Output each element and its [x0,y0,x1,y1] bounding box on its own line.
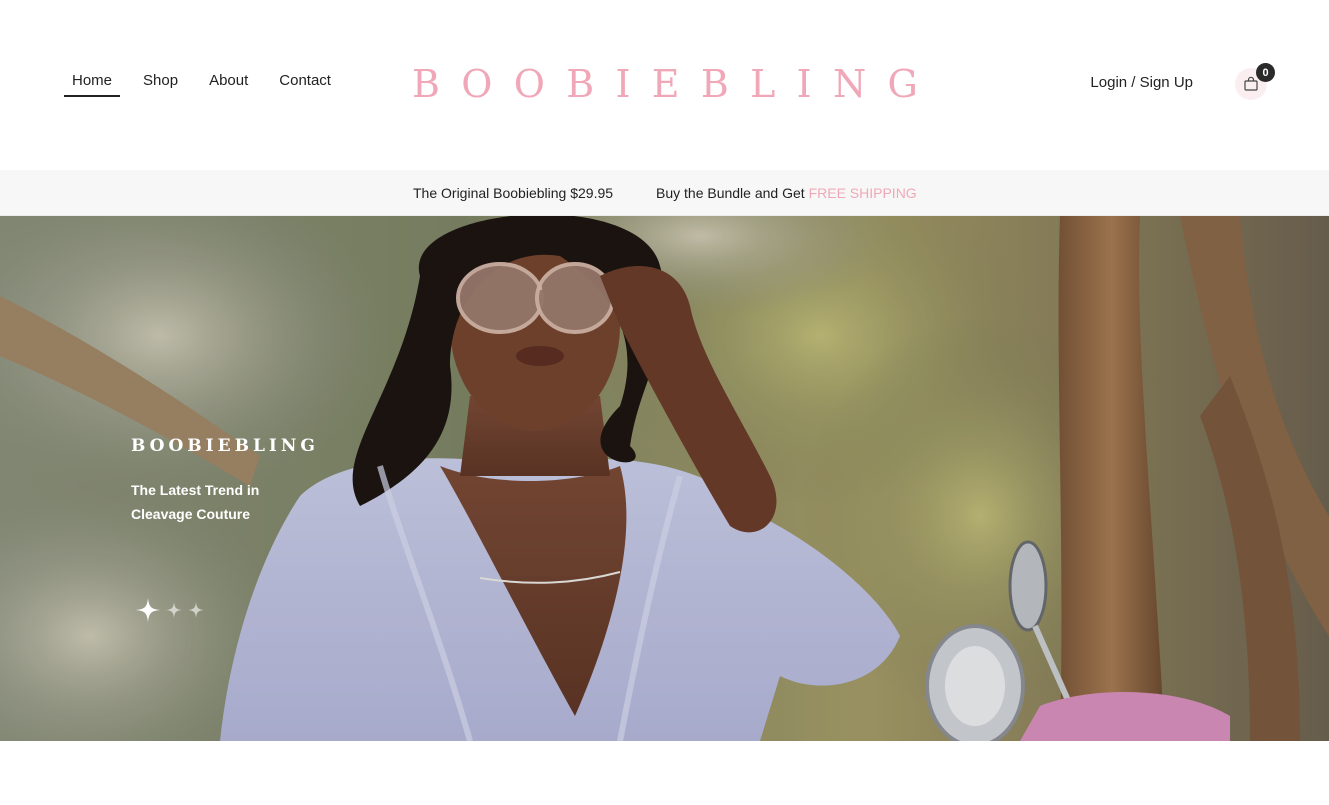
logo-letter: I [796,62,812,106]
site-logo[interactable]: BOOBIEBLING [412,62,918,106]
logo-letter: B [566,62,595,106]
announcement-price: The Original Boobiebling $29.95 [413,185,614,201]
hero-tagline: The Latest Trend in Cleavage Couture [131,482,260,522]
nav-contact[interactable]: Contact [271,72,339,95]
logo-letter: G [887,62,918,106]
hero-banner[interactable]: BOOBIEBLING The Latest Trend in Cleavage… [0,216,1329,741]
page-below-hero [0,741,1329,805]
cart-count-badge: 0 [1256,63,1275,82]
main-nav: Home Shop About Contact [64,72,354,97]
sparkle-icon[interactable] [136,598,160,622]
site-header: Home Shop About Contact BOOBIEBLING Logi… [0,0,1329,170]
login-signup-link[interactable]: Login / Sign Up [1090,74,1193,92]
sparkle-icon[interactable] [166,602,182,618]
hero-brand-title: BOOBIEBLING [131,436,319,456]
slide-indicators [136,598,210,622]
announcement-bar: The Original Boobiebling $29.95 Buy the … [0,170,1329,216]
logo-letter: O [461,62,493,106]
announcement-bundle-prefix: Buy the Bundle and Get [656,185,809,201]
announcement-bundle: Buy the Bundle and Get FREE SHIPPING [656,185,917,201]
nav-home[interactable]: Home [64,72,121,97]
free-shipping-highlight: FREE SHIPPING [808,185,917,201]
logo-letter: B [412,62,440,106]
logo-letter: N [832,62,867,106]
logo-letter: E [651,62,680,106]
logo-letter: O [513,62,545,106]
logo-letter: B [700,62,729,106]
nav-shop[interactable]: Shop [135,72,186,95]
shopping-bag-icon [1244,76,1258,91]
nav-about[interactable]: About [201,72,256,95]
logo-letter: I [615,62,631,106]
logo-letter: L [750,62,776,106]
sparkle-icon[interactable] [188,602,204,618]
